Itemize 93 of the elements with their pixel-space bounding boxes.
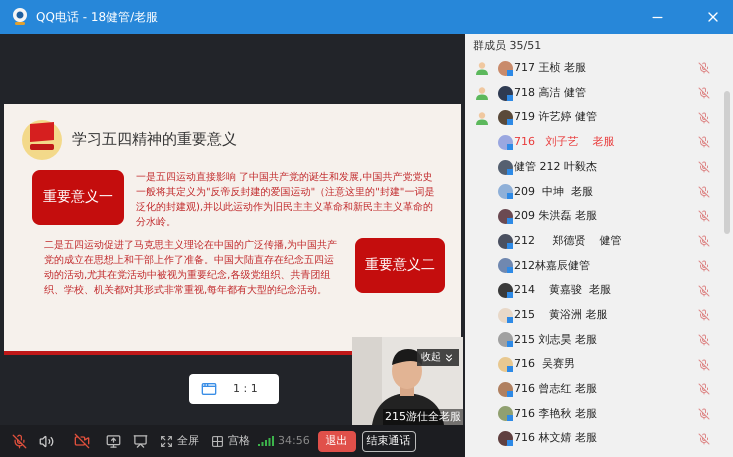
view-popup[interactable]: 1 : 1 [189,374,279,404]
exit-button[interactable]: 退出 [318,430,356,452]
window-icon [201,381,217,397]
avatar-icon [498,382,513,397]
mic-muted-icon [698,62,710,74]
avatar-icon [498,357,513,372]
member-name: 214 黄嘉骏 老服 [514,282,612,298]
camera-off-icon[interactable] [74,433,90,449]
member-name: 212 郑德贤 健管 [514,232,622,249]
section-text: 二是五四运动促进了马克思主义理论在中国的广泛传播,为中国共产党的成立在思想上和干部上作了准备。中国大陆直存在纪念五四运动的活动,尤其在党活动中被视为重要纪念,各级党组织、共青团组织、学校、机关都对其形式非常重视,每年都有大型的纪念活动。 [44,238,338,298]
expand-icon [160,434,173,448]
mic-muted-icon [698,235,710,248]
mic-muted-icon [698,432,710,445]
member-row[interactable]: 212林嘉辰健管 [465,254,733,278]
member-name: 719 许艺婷 健管 [514,109,598,126]
mic-muted-icon [698,112,710,124]
user-icon [474,86,488,100]
member-name: 718 高洁 健管 [514,84,587,101]
member-name: 209 中坤 老服 [514,184,594,200]
avatar-icon [498,283,513,298]
call-timer: 34:56 [278,432,310,449]
member-row[interactable]: 716 曾志红 老服 [465,376,733,402]
avatar-icon [498,60,513,76]
avatar-icon [498,184,513,200]
end-call-button[interactable]: 结束通话 [362,430,416,452]
member-row[interactable]: 716 吴赛男 [465,352,733,377]
avatar-icon [498,160,513,175]
grid-icon [211,434,224,448]
user-icon [474,110,488,125]
member-name: 716 吴赛男 [514,356,576,372]
member-row[interactable]: 215 黄浴洲 老服 [465,302,733,328]
member-name: 健管 212 叶毅杰 [514,158,598,175]
avatar-icon [498,134,513,150]
member-name: 716 曾志红 老服 [514,381,598,398]
mic-muted-icon [698,408,710,420]
member-name: 209 朱洪磊 老服 [514,208,598,224]
section-heading: 重要意义一 [32,170,124,225]
member-row[interactable]: 214 黄嘉骏 老服 [465,278,733,303]
member-row[interactable]: 健管 212 叶毅杰 [465,154,733,180]
member-row[interactable]: 718 高洁 健管 [465,80,733,106]
member-name: 716 林文婧 老服 [514,430,598,446]
avatar-icon [498,406,513,422]
grid-view-button[interactable]: 宫格 [211,432,250,450]
member-name: 215 刘志昊 老服 [514,332,598,348]
mic-muted-icon [698,161,710,174]
member-row[interactable]: 212 郑德贤 健管 [465,228,733,254]
avatar-icon [498,308,513,323]
member-name: 215 黄浴洲 老服 [514,306,608,323]
section-heading: 重要意义二 [355,238,445,293]
mic-muted-icon [698,309,710,322]
member-row[interactable]: 209 朱洪磊 老服 [465,204,733,229]
section-text: 一是五四运动直接影响 了中国共产党的诞生和发展,中国共产党党史一般将其定义为"反帝反封建的爱国运动"（注意这里的"封建"一词是泛化的封建观),并以此运动作为旧民主主义革命和新民主主义革命的分水岭。 [136,170,436,230]
avatar-icon [498,431,513,446]
avatar-icon [498,110,513,126]
mic-muted-icon [698,383,710,396]
fullscreen-button[interactable]: 全屏 [160,432,199,450]
window-title: QQ电话 - 18健管/老服 [36,9,158,26]
collapse-button[interactable]: 收起 [417,349,459,366]
member-name: 717 王桢 老服 [514,60,587,76]
slide-title: 学习五四精神的重要意义 [72,128,237,150]
member-row[interactable]: 215 刘志昊 老服 [465,328,733,352]
signal-icon [258,436,274,446]
speaker-icon[interactable] [39,434,54,448]
camera-logo-icon [12,8,28,26]
member-row[interactable]: 719 许艺婷 健管 [465,105,733,130]
member-row[interactable]: 209 中坤 老服 [465,179,733,204]
zoom-ratio: 1 : 1 [233,380,258,397]
member-row[interactable]: 716 李艳秋 老服 [465,402,733,426]
member-count: 群成员 35/51 [472,38,542,54]
member-name: 716 刘子艺 老服 [514,134,616,150]
mic-muted-icon [698,284,710,297]
mic-muted-icon [698,334,710,346]
mic-muted-icon [698,87,710,100]
avatar-icon [498,208,513,224]
avatar-icon [498,332,513,348]
avatar-icon [498,258,513,274]
mic-muted-icon[interactable] [12,434,27,448]
avatar-icon [498,86,513,101]
mic-muted-icon [698,186,710,198]
member-row[interactable]: 717 王桢 老服 [465,56,733,81]
presentation-icon[interactable] [133,434,148,448]
member-name: 212林嘉辰健管 [514,258,591,274]
mic-muted-icon [698,358,710,371]
mic-muted-icon [698,210,710,222]
mic-muted-icon [698,260,710,272]
chevrons-down-icon [443,352,455,364]
screen-share-icon[interactable] [106,434,121,448]
user-icon [474,61,488,76]
mic-muted-icon [698,136,710,148]
member-name: 716 李艳秋 老服 [514,406,598,422]
member-row[interactable]: 716 林文婧 老服 [465,426,733,451]
member-row[interactable]: 716 刘子艺 老服 [465,130,733,155]
avatar-icon [498,234,513,249]
